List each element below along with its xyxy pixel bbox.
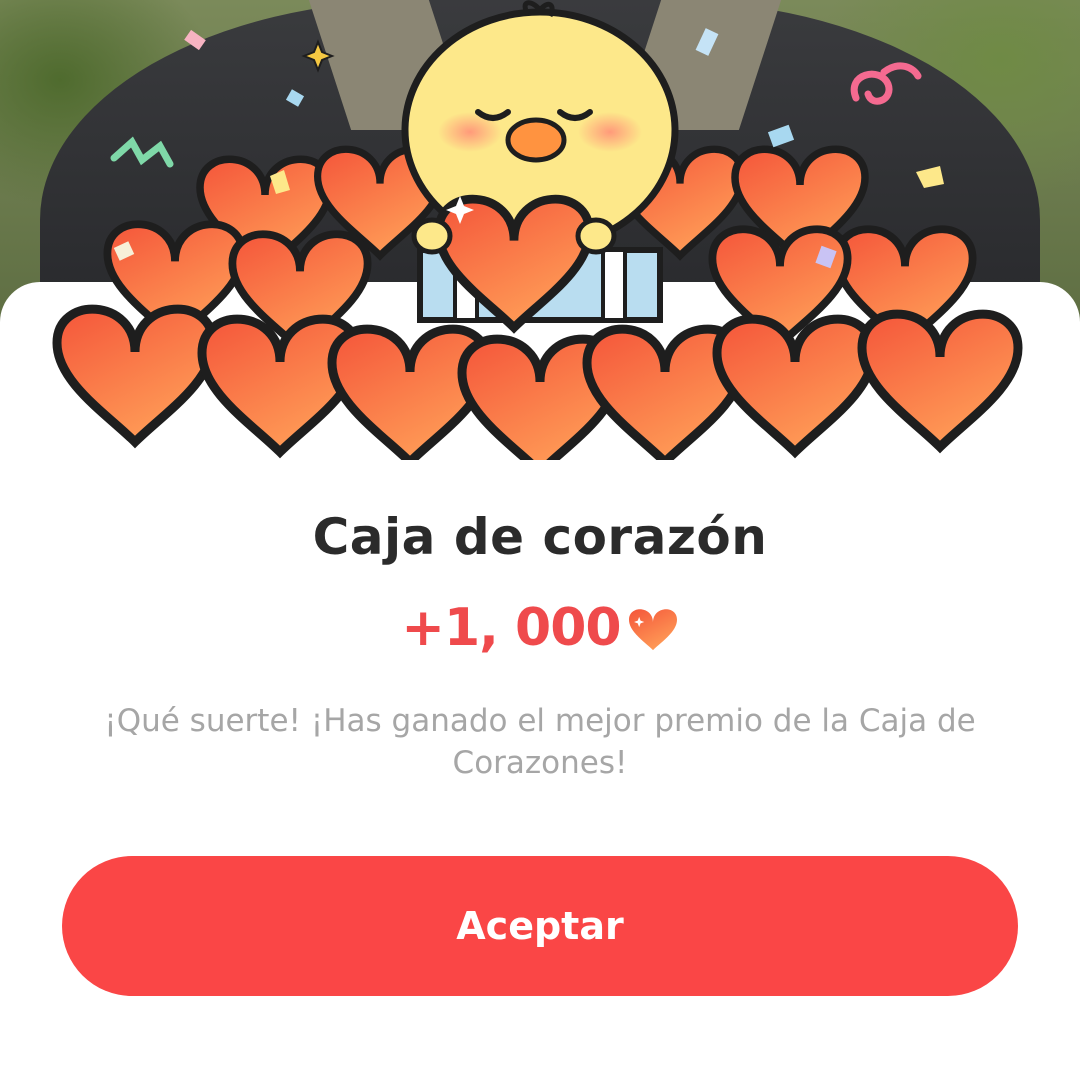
reward-amount: +1, 000 — [401, 598, 621, 658]
heart-pile-front — [57, 309, 1018, 460]
chick-holding-heart-icon — [401, 0, 679, 328]
reward-message: ¡Qué suerte! ¡Has ganado el mejor premio… — [104, 703, 976, 781]
dialog-title: Caja de corazón — [312, 508, 768, 566]
reward-screen: Caja de corazón +1, 000 ¡Qué suerte! ¡Ha… — [0, 0, 1080, 1080]
heart-icon — [628, 609, 677, 651]
reward-row: +1, 000 — [0, 598, 1080, 658]
heart-box-illustration — [0, 0, 1080, 460]
accept-button[interactable]: Aceptar — [62, 856, 1018, 996]
